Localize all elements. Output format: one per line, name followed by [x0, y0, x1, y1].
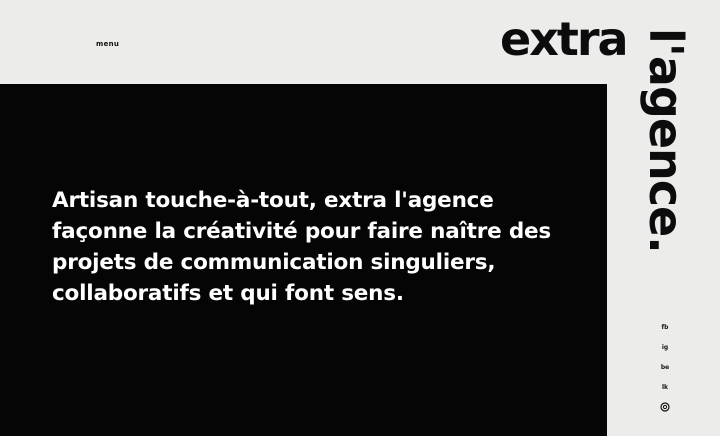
social-link-lk[interactable]: lk: [662, 382, 668, 393]
hero-statement: Artisan touche-à-tout, extra l'agence fa…: [52, 188, 551, 306]
instagram-circle-icon[interactable]: [660, 402, 670, 412]
hero-panel: Artisan touche-à-tout, extra l'agence fa…: [0, 84, 607, 436]
logo-agence-vertical: l'agence.: [639, 28, 693, 253]
social-links: fb ig be lk: [655, 322, 675, 412]
menu-link[interactable]: menu: [96, 40, 119, 48]
social-link-ig[interactable]: ig: [662, 342, 668, 353]
logo-extra: extra: [500, 12, 629, 66]
social-link-be[interactable]: be: [661, 362, 669, 373]
social-link-fb[interactable]: fb: [662, 322, 669, 333]
